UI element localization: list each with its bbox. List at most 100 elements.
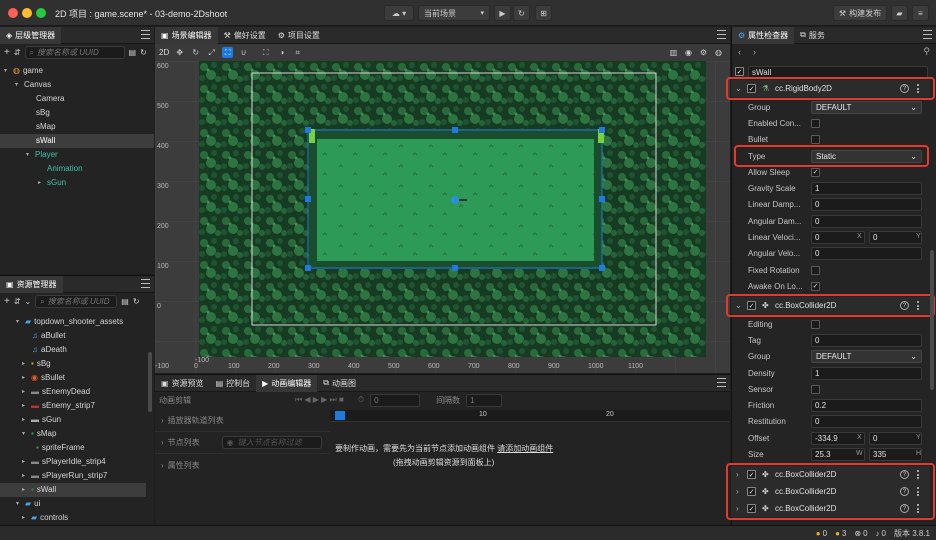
eye-icon[interactable]: ◍ xyxy=(713,47,724,58)
section-player-tracks[interactable]: › 插放器轨道列表 xyxy=(155,410,330,432)
tab-project-settings[interactable]: ⚙ 项目设置 xyxy=(272,27,326,44)
rb-linear-damp-input[interactable]: 0 xyxy=(811,197,922,211)
time-input[interactable]: 0 xyxy=(370,393,421,407)
expand-arrow-icon[interactable]: ▾ xyxy=(4,64,10,78)
node-name-input[interactable]: sWall xyxy=(748,66,928,79)
rb-fixed-rotation-checkbox[interactable] xyxy=(811,265,820,275)
expand-arrow-icon[interactable]: ▸ xyxy=(22,413,28,427)
asset-item[interactable]: ♫ aDeath xyxy=(32,343,67,357)
tab-inspector[interactable]: ⚙ 属性检查器 xyxy=(732,26,795,44)
help-icon[interactable]: ? xyxy=(900,301,909,310)
expand-arrow-icon[interactable]: ▾ xyxy=(26,148,32,162)
chevron-right-icon[interactable]: › xyxy=(736,470,739,479)
rb-linear-vel-y-input[interactable]: 0 xyxy=(869,230,922,244)
tab-assets[interactable]: ▣ 资源管理器 xyxy=(0,275,63,293)
refresh-icon[interactable]: ↻ xyxy=(140,48,147,57)
collapse-icon[interactable]: ▤ xyxy=(129,48,137,57)
resize-handle[interactable] xyxy=(599,196,605,202)
asset-item-swall[interactable]: ▸ ▪ sWall xyxy=(0,483,146,497)
tab-scene-editor[interactable]: ▣ 场景编辑器 xyxy=(155,26,218,44)
minimize-window-button[interactable] xyxy=(22,8,32,18)
assets-menu-icon[interactable] xyxy=(141,279,150,288)
rb-gravity-input[interactable]: 1 xyxy=(811,181,922,195)
section-property-list[interactable]: › 属性列表 xyxy=(155,454,330,476)
inspector-scrollbar[interactable] xyxy=(930,250,934,390)
component-menu-icon[interactable] xyxy=(916,301,919,310)
expand-arrow-icon[interactable]: ▸ xyxy=(22,371,28,385)
component-menu-icon[interactable] xyxy=(916,84,919,93)
expand-arrow-icon[interactable]: ▸ xyxy=(22,511,28,525)
zoom-window-button[interactable] xyxy=(36,8,46,18)
box-collider-enabled-checkbox[interactable]: ✓ xyxy=(747,487,756,496)
bc-tag-input[interactable]: 0 xyxy=(811,333,922,347)
snap-icon[interactable]: ⌗ xyxy=(292,47,303,58)
warning-count[interactable]: ● 3 xyxy=(835,529,846,538)
resize-handle[interactable] xyxy=(452,127,458,133)
resize-handle[interactable] xyxy=(599,127,605,133)
box-collider-header[interactable]: ⌄ ✓ ✤ cc.BoxCollider2D ? xyxy=(731,297,930,314)
close-window-button[interactable] xyxy=(8,8,18,18)
move-tool-icon[interactable]: ✥ xyxy=(174,47,185,58)
sort-icon[interactable]: ⇵ xyxy=(14,297,21,306)
asset-item[interactable]: ▸ ▬ sPlayerRun_strip7 xyxy=(22,469,107,483)
resize-handle[interactable] xyxy=(599,265,605,271)
tree-node-sgun[interactable]: ▸ sGun xyxy=(38,176,66,190)
node-filter-input[interactable]: ◉ 键入节点名称过滤 xyxy=(221,436,322,449)
rb-group-select[interactable]: DEFAULT ⌄ xyxy=(811,100,922,114)
pivot-icon[interactable]: ⛶ xyxy=(260,47,271,58)
chevron-right-icon[interactable]: › xyxy=(736,504,739,513)
section-node-list[interactable]: › 节点列表 ◉ 键入节点名称过滤 xyxy=(155,432,330,454)
sort-icon[interactable]: ⇵ xyxy=(14,48,21,57)
expand-arrow-icon[interactable]: ▸ xyxy=(22,357,28,371)
component-menu-icon[interactable] xyxy=(916,504,919,513)
chevron-down-icon[interactable]: ⌄ xyxy=(735,301,742,310)
expand-arrow-icon[interactable]: ▸ xyxy=(22,455,28,469)
scene-menu-icon[interactable] xyxy=(717,30,726,39)
bc-group-select[interactable]: DEFAULT ⌄ xyxy=(811,349,922,363)
asset-item[interactable]: ▸ ▬ sPlayerIdle_strip4 xyxy=(22,455,106,469)
filter-icon[interactable]: ⌄ xyxy=(25,297,32,306)
local-space-icon[interactable]: ◑ xyxy=(276,47,287,58)
tree-node-player[interactable]: ▾ Player xyxy=(26,148,58,162)
help-icon[interactable]: ? xyxy=(900,504,909,513)
add-animation-component-link[interactable]: 请添加动画组件 xyxy=(497,444,553,453)
inspector-menu-icon[interactable] xyxy=(923,30,932,39)
layout-switch-button[interactable]: ☁ ▾ xyxy=(384,5,414,21)
resize-handle[interactable] xyxy=(305,265,311,271)
tree-node-camera[interactable]: Camera xyxy=(36,92,64,106)
tab-console[interactable]: ▤ 控制台 xyxy=(210,375,257,392)
expand-arrow-icon[interactable]: ▸ xyxy=(22,399,28,413)
build-button[interactable]: ⚒ 构建发布 xyxy=(833,5,887,21)
tree-node-canvas[interactable]: ▾ Canvas xyxy=(15,78,51,92)
expand-arrow-icon[interactable]: ▸ xyxy=(38,176,44,190)
asset-item[interactable]: ▾ ▪ sMap xyxy=(22,427,56,441)
asset-item[interactable]: ▸ ▬ sEnemy_strip7 xyxy=(22,399,95,413)
rigidbody-enabled-checkbox[interactable]: ✓ xyxy=(747,84,756,93)
component-menu-icon[interactable] xyxy=(916,487,919,496)
bc-density-input[interactable]: 1 xyxy=(811,366,922,380)
expand-arrow-icon[interactable]: ▸ xyxy=(22,385,28,399)
bc-friction-input[interactable]: 0.2 xyxy=(811,398,922,412)
tree-node-smap[interactable]: sMap xyxy=(36,120,56,134)
playhead[interactable] xyxy=(335,411,345,420)
notice-count[interactable]: ♪ 0 xyxy=(876,529,886,538)
rb-angular-vel-input[interactable]: 0 xyxy=(811,246,922,260)
resize-handle[interactable] xyxy=(452,265,458,271)
open-folder-button[interactable]: ▰ xyxy=(891,5,908,21)
assets-search-input[interactable]: ⌕ 搜索名称或 UUID xyxy=(35,295,118,308)
box-collider-header-collapsed[interactable]: › ✓ ✤ cc.BoxCollider2D ? xyxy=(731,483,930,500)
forward-icon[interactable]: › xyxy=(753,47,756,57)
chevron-right-icon[interactable]: › xyxy=(736,487,739,496)
box-collider-enabled-checkbox[interactable]: ✓ xyxy=(747,504,756,513)
add-node-icon[interactable]: + xyxy=(4,47,10,58)
box-collider-header-collapsed[interactable]: › ✓ ✤ cc.BoxCollider2D ? xyxy=(731,500,930,517)
rb-enabled-contact-checkbox[interactable] xyxy=(811,118,820,128)
box-collider-enabled-checkbox[interactable]: ✓ xyxy=(747,470,756,479)
magnet-icon[interactable]: ∪ xyxy=(238,47,249,58)
gear-icon[interactable]: ⚙ xyxy=(698,47,709,58)
help-icon[interactable]: ? xyxy=(900,487,909,496)
back-icon[interactable]: ‹ xyxy=(738,47,741,57)
hierarchy-menu-icon[interactable] xyxy=(141,30,150,39)
chevron-down-icon[interactable]: ⌄ xyxy=(735,84,742,93)
rigidbody-header[interactable]: ⌄ ✓ ⚗ cc.RigidBody2D ? xyxy=(731,80,930,97)
